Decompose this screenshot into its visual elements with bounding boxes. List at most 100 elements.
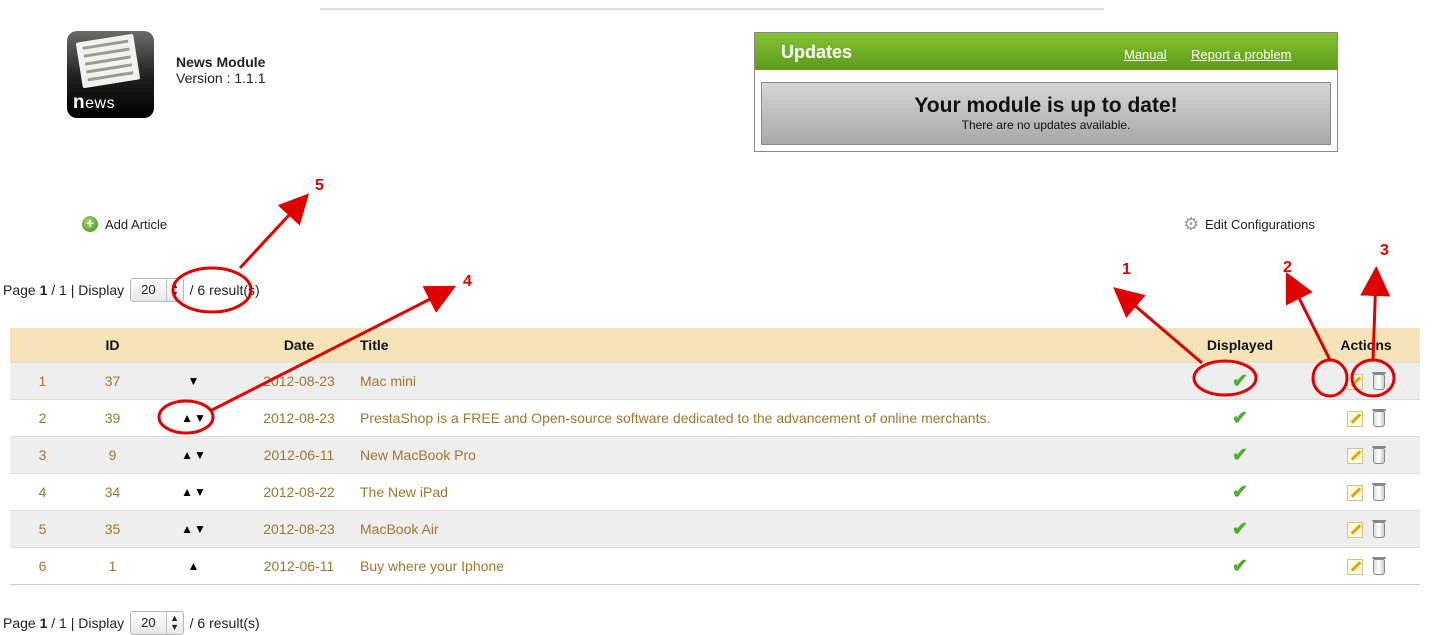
annotation-label-5: 5 [315,177,324,194]
row-title-link[interactable]: New MacBook Pro [360,436,1168,474]
row-actions [1312,436,1420,474]
col-date[interactable]: Date [238,328,360,363]
move-up-down-buttons[interactable]: ▲▼ [181,411,207,425]
update-status-sub: There are no updates available. [961,118,1131,132]
displayed-toggle[interactable]: ✔ [1168,399,1312,437]
table-row: 4 34 ▲▼ 2012-08-22 The New iPad ✔ [10,473,1420,511]
add-article-label: Add Article [105,216,168,232]
col-actions: Actions [1340,337,1392,353]
per-page-select[interactable]: 20 ▲ ▼ [130,611,184,635]
row-date: 2012-08-23 [238,510,360,548]
order-arrows: ▲▼ [150,399,238,437]
trash-icon[interactable] [1372,408,1386,427]
move-up-button[interactable]: ▲ [188,559,201,573]
row-title-link[interactable]: The New iPad [360,473,1168,511]
page-total: / 1 | Display [51,615,125,631]
page-total: / 1 | Display [51,282,125,298]
add-article-button[interactable]: + Add Article [82,216,167,232]
table-row: 6 1 ▲ 2012-06-11 Buy where your Iphone ✔ [10,547,1420,585]
trash-icon[interactable] [1372,519,1386,538]
move-down-button[interactable]: ▼ [188,374,201,388]
select-arrows-icon: ▲ ▼ [170,280,180,299]
trash-icon[interactable] [1372,371,1386,390]
col-num [10,328,75,363]
pencil-icon[interactable] [1347,410,1363,427]
row-actions [1312,473,1420,511]
result-count: / 6 result(s) [189,282,260,298]
news-module-logo: news [67,31,154,118]
annotation-label-3: 3 [1380,242,1389,259]
manual-link[interactable]: Manual [1124,47,1167,62]
update-status-main: Your module is up to date! [914,94,1178,117]
row-date: 2012-08-22 [238,473,360,511]
move-up-down-buttons[interactable]: ▲▼ [181,522,207,536]
col-title[interactable]: Title [360,328,1168,363]
row-num: 3 [10,436,75,474]
row-actions [1312,362,1420,400]
checkmark-icon: ✔ [1232,407,1248,429]
per-page-value: 20 [131,279,167,301]
row-actions [1312,510,1420,548]
order-arrows: ▲▼ [150,510,238,548]
displayed-toggle[interactable]: ✔ [1168,362,1312,400]
row-date: 2012-08-23 [238,362,360,400]
row-id: 37 [75,362,150,400]
updates-header: Updates Manual Report a problem [755,33,1337,70]
row-id: 35 [75,510,150,548]
module-name: News Module [176,54,266,70]
displayed-toggle[interactable]: ✔ [1168,473,1312,511]
pencil-icon[interactable] [1347,447,1363,464]
table-row: 5 35 ▲▼ 2012-08-23 MacBook Air ✔ [10,510,1420,548]
logo-text: news [73,92,116,113]
annotation-label-1: 1 [1122,261,1131,278]
row-num: 2 [10,399,75,437]
row-title-link[interactable]: Mac mini [360,362,1168,400]
displayed-toggle[interactable]: ✔ [1168,510,1312,548]
row-num: 4 [10,473,75,511]
row-date: 2012-06-11 [238,436,360,474]
order-arrows: ▲▼ [150,473,238,511]
order-arrows: ▲▼ [150,436,238,474]
displayed-toggle[interactable]: ✔ [1168,436,1312,474]
row-num: 6 [10,547,75,585]
top-divider [320,8,1104,10]
report-problem-link[interactable]: Report a problem [1191,47,1291,62]
row-actions [1312,547,1420,585]
order-arrows: ▼ [150,362,238,400]
pencil-icon[interactable] [1347,373,1363,390]
table-row: 3 9 ▲▼ 2012-06-11 New MacBook Pro ✔ [10,436,1420,474]
edit-configurations-button[interactable]: ⚙ Edit Configurations [1183,214,1315,234]
checkmark-icon: ✔ [1232,481,1248,503]
trash-icon[interactable] [1372,556,1386,575]
displayed-toggle[interactable]: ✔ [1168,547,1312,585]
trash-icon[interactable] [1372,482,1386,501]
row-title-link[interactable]: PrestaShop is a FREE and Open-source sof… [360,399,1168,437]
table-row: 1 37 ▼ 2012-08-23 Mac mini ✔ [10,362,1420,400]
pencil-icon[interactable] [1347,484,1363,501]
row-title-link[interactable]: Buy where your Iphone [360,547,1168,585]
update-status: Your module is up to date! There are no … [761,82,1331,145]
col-id[interactable]: ID [75,328,150,363]
table-row: 2 39 ▲▼ 2012-08-23 PrestaShop is a FREE … [10,399,1420,437]
col-displayed: Displayed [1206,337,1274,353]
per-page-select[interactable]: 20 ▲ ▼ [130,278,184,302]
move-up-down-buttons[interactable]: ▲▼ [181,485,207,499]
order-arrows: ▲ [150,547,238,585]
gear-icon: ⚙ [1183,214,1200,234]
move-up-down-buttons[interactable]: ▲▼ [181,448,207,462]
pencil-icon[interactable] [1347,521,1363,538]
row-num: 5 [10,510,75,548]
plus-circle-icon: + [82,216,98,232]
module-version: Version : 1.1.1 [176,70,266,86]
pencil-icon[interactable] [1347,558,1363,575]
row-date: 2012-06-11 [238,547,360,585]
annotation-label-4: 4 [463,273,472,290]
row-date: 2012-08-23 [238,399,360,437]
updates-panel: Updates Manual Report a problem Your mod… [754,32,1338,152]
row-title-link[interactable]: MacBook Air [360,510,1168,548]
checkmark-icon: ✔ [1232,370,1248,392]
row-id: 34 [75,473,150,511]
checkmark-icon: ✔ [1232,444,1248,466]
trash-icon[interactable] [1372,445,1386,464]
updates-title: Updates [781,42,853,62]
